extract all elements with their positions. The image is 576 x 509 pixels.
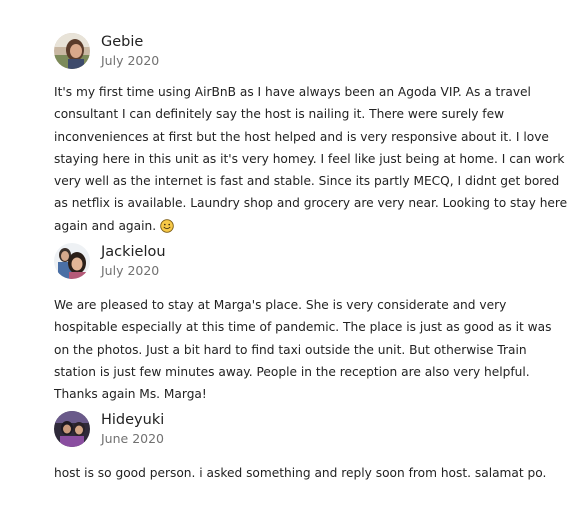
review-text: host is so good person. i asked somethin… (54, 466, 547, 480)
reviewer-name: Hideyuki (101, 412, 165, 428)
user-photo-icon (54, 411, 90, 447)
smiling-face-icon (160, 218, 174, 233)
reviewer-name: Gebie (101, 34, 144, 50)
review-item: Hideyuki June 2020 host is so good perso… (0, 411, 576, 480)
reviewer-avatar[interactable] (54, 33, 90, 69)
reviewer-avatar[interactable] (54, 243, 90, 279)
review-header: Gebie July 2020 (0, 33, 576, 73)
review-item: Gebie July 2020 It's my first time using… (0, 33, 576, 233)
reviewer-avatar[interactable] (54, 411, 90, 447)
review-date: June 2020 (101, 431, 165, 446)
review-date: July 2020 (101, 263, 160, 278)
review-header: Hideyuki June 2020 (0, 411, 576, 451)
review-text: We are pleased to stay at Marga's place.… (54, 298, 552, 402)
user-photo-icon (54, 33, 90, 69)
review-text-content: It's my first time using AirBnB as I hav… (54, 85, 568, 233)
review-text: It's my first time using AirBnB as I hav… (54, 81, 569, 237)
review-date: July 2020 (101, 53, 160, 68)
review-item: Jackielou July 2020 We are pleased to st… (0, 243, 576, 401)
review-header: Jackielou July 2020 (0, 243, 576, 283)
user-photo-icon (54, 243, 90, 279)
reviewer-name: Jackielou (101, 244, 166, 260)
